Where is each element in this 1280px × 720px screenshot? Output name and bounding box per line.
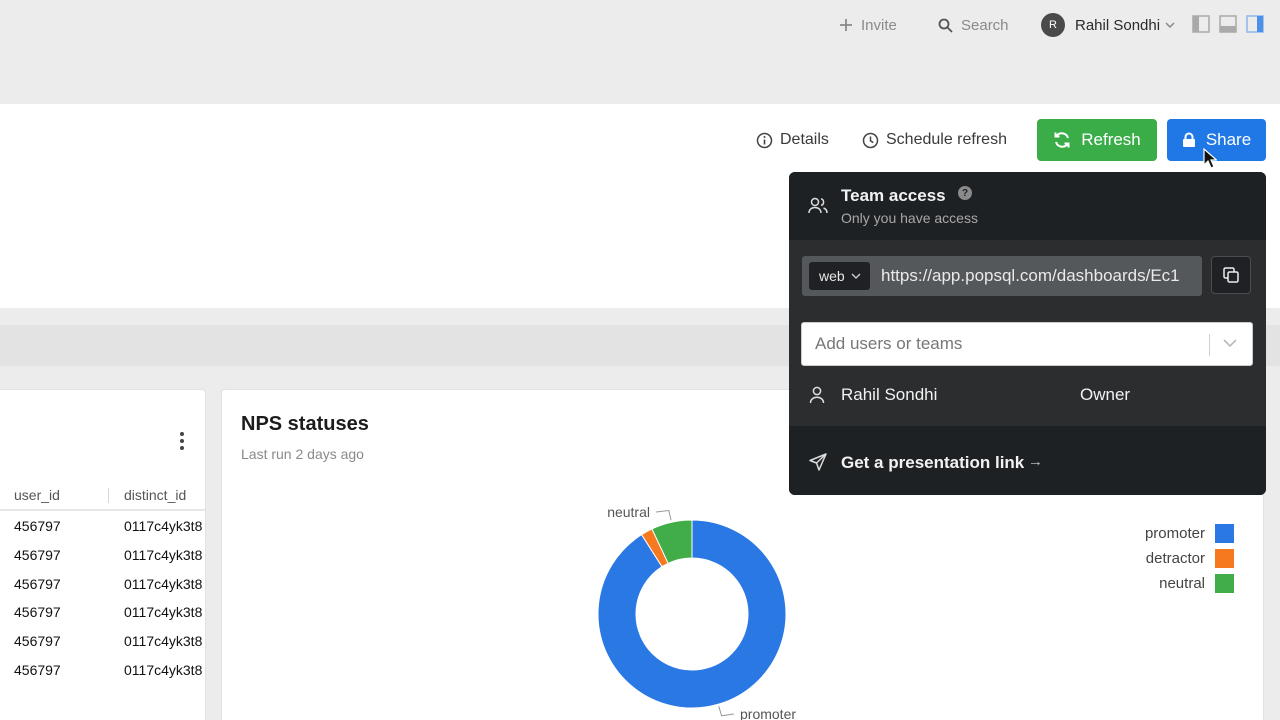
cell-user-id: 456797	[14, 604, 61, 621]
details-label: Details	[780, 131, 829, 148]
chevron-down-icon[interactable]	[1223, 338, 1237, 348]
cell-user-id: 456797	[14, 575, 61, 592]
invite-button[interactable]: Invite	[839, 14, 897, 36]
cell-user-id: 456797	[14, 633, 61, 650]
add-users-input[interactable]: Add users or teams	[801, 322, 1253, 366]
user-icon	[809, 386, 825, 404]
clock-icon	[862, 132, 879, 148]
column-header-distinct-id[interactable]: distinct_id	[124, 487, 186, 503]
cell-distinct-id: 0117c4yk3t8	[124, 633, 203, 650]
table-row: 456797 0117c4yk3t8	[0, 512, 205, 541]
legend-item[interactable]: detractor	[1080, 546, 1234, 571]
chevron-down-icon	[851, 273, 861, 279]
right-panel-icon[interactable]	[1246, 15, 1264, 33]
avatar: R	[1041, 13, 1065, 37]
top-bar: Invite Search R Rahil Sondhi	[0, 0, 1280, 104]
legend-item[interactable]: neutral	[1080, 571, 1234, 596]
legend-item[interactable]: promoter	[1080, 521, 1234, 546]
share-link-field[interactable]: web https://app.popsql.com/dashboards/Ec…	[802, 256, 1202, 296]
header-divider	[0, 509, 205, 511]
lock-icon	[1182, 132, 1195, 147]
search-label: Search	[961, 16, 1009, 34]
legend-swatch	[1215, 524, 1234, 543]
chart-subtitle: Last run 2 days ago	[241, 446, 364, 462]
team-access-section	[789, 172, 1266, 240]
cell-user-id: 456797	[14, 547, 61, 564]
search-button[interactable]: Search	[938, 14, 1009, 36]
copy-link-button[interactable]	[1211, 256, 1251, 294]
cell-distinct-id: 0117c4yk3t8	[124, 575, 203, 592]
chart-legend: promoter detractor neutral	[1080, 521, 1234, 596]
cell-distinct-id: 0117c4yk3t8	[124, 547, 203, 564]
link-type-value: web	[819, 268, 845, 284]
cell-distinct-id: 0117c4yk3t8	[124, 518, 203, 535]
legend-label: detractor	[1145, 550, 1205, 567]
legend-swatch	[1215, 549, 1234, 568]
copy-icon	[1223, 267, 1239, 283]
table-row: 456797 0117c4yk3t8	[0, 541, 205, 570]
layout-toggle-group	[1192, 15, 1264, 33]
link-type-select[interactable]: web	[809, 262, 870, 290]
help-icon[interactable]: ?	[958, 186, 972, 200]
user-name: Rahil Sondhi	[1075, 16, 1161, 34]
table-row: 456797 0117c4yk3t8	[0, 655, 205, 684]
member-role: Owner	[1080, 385, 1131, 404]
column-divider[interactable]	[108, 488, 109, 503]
cell-distinct-id: 0117c4yk3t8	[124, 661, 203, 678]
refresh-button[interactable]: Refresh	[1037, 119, 1157, 161]
add-users-placeholder: Add users or teams	[815, 334, 963, 353]
chart-title: NPS statuses	[241, 413, 369, 435]
send-icon	[809, 453, 827, 471]
cell-user-id: 456797	[14, 518, 61, 535]
cell-distinct-id: 0117c4yk3t8	[124, 604, 203, 621]
share-popover: Team access ? Only you have access web h…	[789, 172, 1266, 495]
share-url[interactable]: https://app.popsql.com/dashboards/Ec1	[881, 266, 1197, 286]
refresh-icon	[1054, 132, 1070, 148]
presentation-link[interactable]: Get a presentation link	[841, 453, 1024, 473]
schedule-refresh-label: Schedule refresh	[886, 131, 1007, 148]
legend-label: neutral	[1159, 575, 1205, 592]
plus-icon	[840, 19, 852, 31]
legend-label: promoter	[1144, 525, 1205, 542]
member-name: Rahil Sondhi	[841, 385, 938, 404]
input-divider	[1209, 334, 1210, 356]
refresh-label: Refresh	[1081, 130, 1141, 149]
column-header-user-id[interactable]: user_id	[14, 487, 60, 503]
table-body: 456797 0117c4yk3t8 456797 0117c4yk3t8 4567…	[0, 512, 205, 684]
details-button[interactable]: Details	[756, 130, 829, 150]
table-row: 456797 0117c4yk3t8	[0, 569, 205, 598]
search-icon	[938, 18, 953, 33]
info-icon	[756, 132, 773, 148]
table-row: 456797 0117c4yk3t8	[0, 627, 205, 656]
team-access-title: Team access	[841, 186, 946, 205]
arrow-right-icon: →	[1028, 453, 1043, 470]
kebab-menu-icon[interactable]	[179, 431, 185, 451]
invite-label: Invite	[861, 16, 897, 34]
chevron-down-icon	[1165, 22, 1175, 29]
cell-user-id: 456797	[14, 661, 61, 678]
users-icon	[808, 197, 828, 214]
left-panel-icon[interactable]	[1192, 15, 1210, 33]
schedule-refresh-button[interactable]: Schedule refresh	[862, 130, 1007, 150]
bottom-panel-icon[interactable]	[1219, 15, 1237, 33]
team-access-subtitle: Only you have access	[841, 210, 978, 226]
legend-swatch	[1215, 574, 1234, 593]
mouse-cursor-icon	[1203, 148, 1217, 169]
user-menu[interactable]: R Rahil Sondhi	[1041, 13, 1175, 37]
table-row: 456797 0117c4yk3t8	[0, 598, 205, 627]
share-label: Share	[1205, 130, 1252, 149]
